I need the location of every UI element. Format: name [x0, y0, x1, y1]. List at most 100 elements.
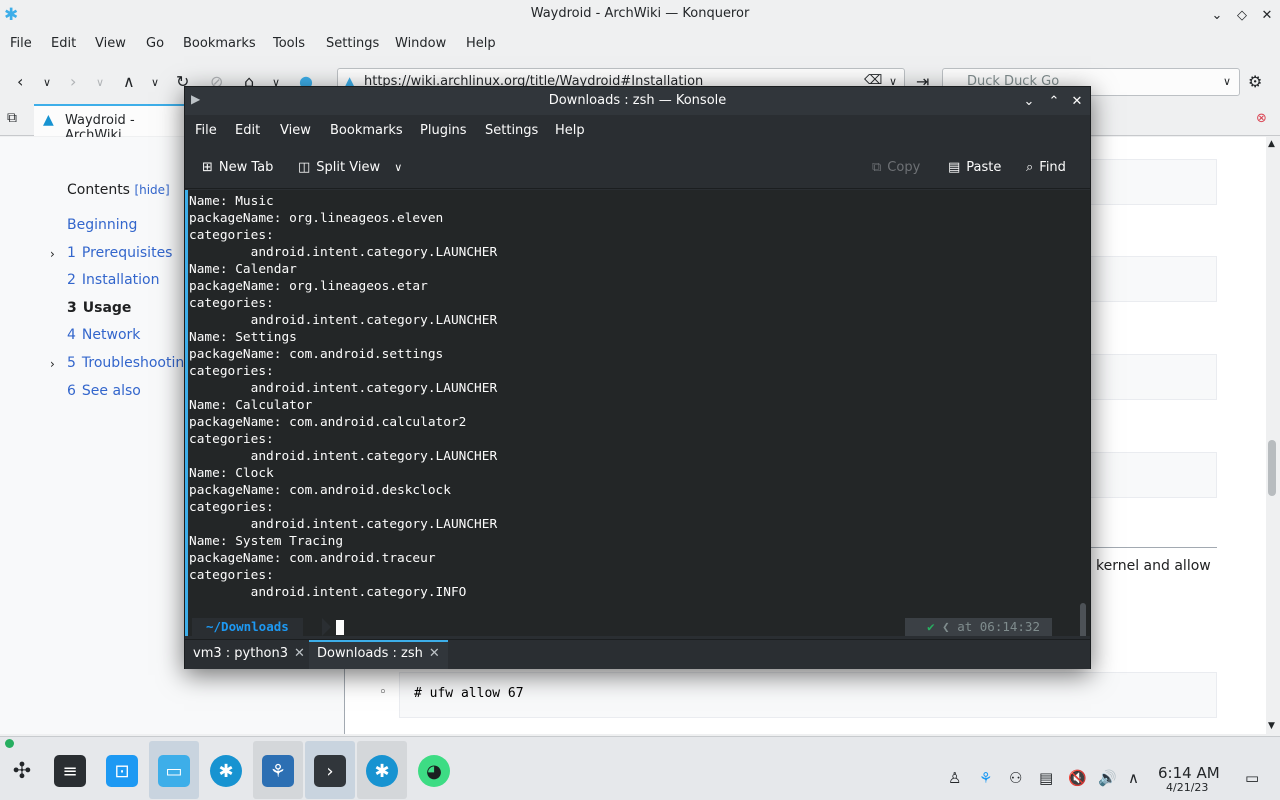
- toc-item[interactable]: 5 Troubleshooting: [67, 355, 193, 371]
- close-tab-icon[interactable]: ⊗: [1256, 111, 1267, 126]
- menu-settings[interactable]: Settings: [485, 123, 538, 138]
- new-tab-icon: ⊞: [202, 160, 213, 175]
- menu-view[interactable]: View: [280, 123, 311, 138]
- terminal-line: categories:: [189, 364, 274, 379]
- konsole-title: Downloads : zsh — Konsole: [548, 93, 727, 108]
- list-bullet: ◦: [379, 685, 387, 700]
- konqueror-icon[interactable]: ✱: [366, 755, 398, 787]
- tab-waydroid[interactable]: ▲ Waydroid - ArchWiki: [34, 104, 194, 143]
- menu-edit[interactable]: Edit: [51, 36, 76, 51]
- menu-help[interactable]: Help: [555, 123, 585, 138]
- file-manager-icon[interactable]: ▭: [158, 755, 190, 787]
- toc-item[interactable]: 1 Prerequisites: [67, 245, 172, 261]
- kde-connect-tray-icon[interactable]: ⚘: [979, 769, 992, 787]
- toc-item[interactable]: 3 Usage: [67, 300, 131, 316]
- page-scrollbar-thumb[interactable]: [1268, 440, 1276, 496]
- terminal-line: categories:: [189, 296, 274, 311]
- paste-button[interactable]: ▤ Paste: [948, 160, 1001, 175]
- chevron-down-icon[interactable]: ∨: [394, 161, 402, 174]
- scroll-up-icon[interactable]: ▲: [1268, 139, 1275, 149]
- menu-view[interactable]: View: [95, 36, 126, 51]
- menu-go[interactable]: Go: [146, 36, 164, 51]
- menu-bookmarks[interactable]: Bookmarks: [183, 36, 256, 51]
- terminal-line: categories:: [189, 228, 274, 243]
- toc-hide-link[interactable]: [hide]: [134, 183, 169, 197]
- close-icon[interactable]: ✕: [1067, 91, 1087, 111]
- terminal-line: Name: System Tracing: [189, 534, 344, 549]
- waydroid-icon[interactable]: ◕: [418, 755, 450, 787]
- toc-item-number: 3: [67, 300, 77, 316]
- prompt-separator: [322, 618, 331, 636]
- maximize-icon[interactable]: ⌃: [1044, 91, 1064, 111]
- menu-window[interactable]: Window: [395, 36, 446, 51]
- close-tab-icon[interactable]: ✕: [294, 646, 305, 661]
- muted-audio-icon[interactable]: 🔇: [1068, 769, 1087, 787]
- up-icon[interactable]: ∧: [123, 72, 135, 91]
- menu-help[interactable]: Help: [466, 36, 496, 51]
- show-desktop-icon[interactable]: ▭: [1245, 769, 1259, 787]
- minimize-icon[interactable]: ⌄: [1207, 5, 1227, 25]
- terminal-view[interactable]: Name: Music packageName: org.lineageos.el…: [185, 190, 1090, 636]
- menu-file[interactable]: File: [10, 36, 32, 51]
- clock-time[interactable]: 6:14 AM: [1158, 764, 1220, 782]
- terminal-scrollbar-thumb[interactable]: [1080, 603, 1086, 636]
- expand-chevron-icon[interactable]: ›: [50, 247, 55, 261]
- tab-vm3-python3[interactable]: vm3 : python3 ✕: [185, 640, 313, 669]
- konsole-titlebar[interactable]: ▶ Downloads : zsh — Konsole ⌄ ⌃ ✕: [185, 87, 1090, 115]
- toc-item[interactable]: 4 Network: [67, 327, 140, 343]
- minimize-icon[interactable]: ⌄: [1019, 91, 1039, 111]
- paste-label: Paste: [966, 160, 1002, 175]
- menu-bookmarks[interactable]: Bookmarks: [330, 123, 403, 138]
- menu-plugins[interactable]: Plugins: [420, 123, 467, 138]
- find-button[interactable]: ⌕ Find: [1026, 160, 1066, 175]
- menu-settings[interactable]: Settings: [326, 36, 379, 51]
- terminal-line: Name: Calendar: [189, 262, 297, 277]
- toc-item[interactable]: Beginning: [67, 217, 137, 233]
- new-tab-button[interactable]: ⊞ New Tab: [202, 160, 273, 175]
- close-icon[interactable]: ✕: [1257, 5, 1277, 25]
- back-history-icon[interactable]: ∨: [43, 76, 51, 89]
- table-of-contents: Contents [hide] Beginning 1 Prerequisites ›…: [40, 160, 193, 428]
- terminal-line: packageName: org.lineageos.etar: [189, 279, 428, 294]
- konqueror-titlebar[interactable]: ✱ Waydroid - ArchWiki — Konqueror ⌄ ◇ ✕: [0, 0, 1280, 30]
- new-tab-icon[interactable]: ⧉: [7, 110, 17, 126]
- copy-button[interactable]: ⧉ Copy: [872, 160, 920, 175]
- up-history-icon[interactable]: ∨: [151, 76, 159, 89]
- network-icon[interactable]: ⚇: [1009, 769, 1022, 787]
- system-settings-icon[interactable]: ≡: [54, 755, 86, 787]
- menu-edit[interactable]: Edit: [235, 123, 260, 138]
- user-icon[interactable]: ♙: [948, 769, 961, 787]
- terminal-line: android.intent.category.LAUNCHER: [189, 245, 498, 260]
- expand-chevron-icon[interactable]: ›: [50, 357, 55, 371]
- settings-gear-icon[interactable]: ⚙: [1248, 72, 1262, 91]
- konqueror-icon[interactable]: ✱: [210, 755, 242, 787]
- code-text[interactable]: # ufw allow 67: [414, 686, 524, 701]
- toc-item[interactable]: 6 See also: [67, 383, 141, 399]
- toc-item-label: Prerequisites: [81, 245, 173, 261]
- tab-label: Downloads : zsh: [317, 646, 423, 661]
- discover-store-icon[interactable]: ⊡: [106, 755, 138, 787]
- kde-connect-icon[interactable]: ⚘: [262, 755, 294, 787]
- back-icon[interactable]: ‹: [17, 72, 23, 91]
- volume-icon[interactable]: 🔊: [1098, 769, 1117, 787]
- tab-downloads-zsh[interactable]: Downloads : zsh ✕: [309, 640, 448, 669]
- tray-expand-icon[interactable]: ∧: [1128, 769, 1139, 787]
- search-engine-menu-icon[interactable]: ∨: [1223, 75, 1231, 88]
- split-view-button[interactable]: ◫ Split View ∨: [298, 160, 402, 175]
- forward-history-icon[interactable]: ∨: [96, 76, 104, 89]
- clock-date[interactable]: 4/21/23: [1166, 781, 1208, 794]
- close-tab-icon[interactable]: ✕: [429, 646, 440, 661]
- terminal-line: android.intent.category.LAUNCHER: [189, 517, 498, 532]
- toc-item[interactable]: 2 Installation: [67, 272, 159, 288]
- forward-icon[interactable]: ›: [70, 72, 76, 91]
- prompt-directory: ~/Downloads: [192, 618, 303, 636]
- page-scrollbar[interactable]: ▲ ▼: [1266, 137, 1280, 734]
- app-launcher-icon[interactable]: ✣: [6, 755, 38, 787]
- clipboard-icon[interactable]: ▤: [1039, 769, 1053, 787]
- menu-tools[interactable]: Tools: [273, 36, 305, 51]
- scroll-down-icon[interactable]: ▼: [1268, 721, 1275, 731]
- toc-item-label: See also: [81, 383, 141, 399]
- maximize-icon[interactable]: ◇: [1232, 5, 1252, 25]
- konsole-icon[interactable]: ›: [314, 755, 346, 787]
- menu-file[interactable]: File: [195, 123, 217, 138]
